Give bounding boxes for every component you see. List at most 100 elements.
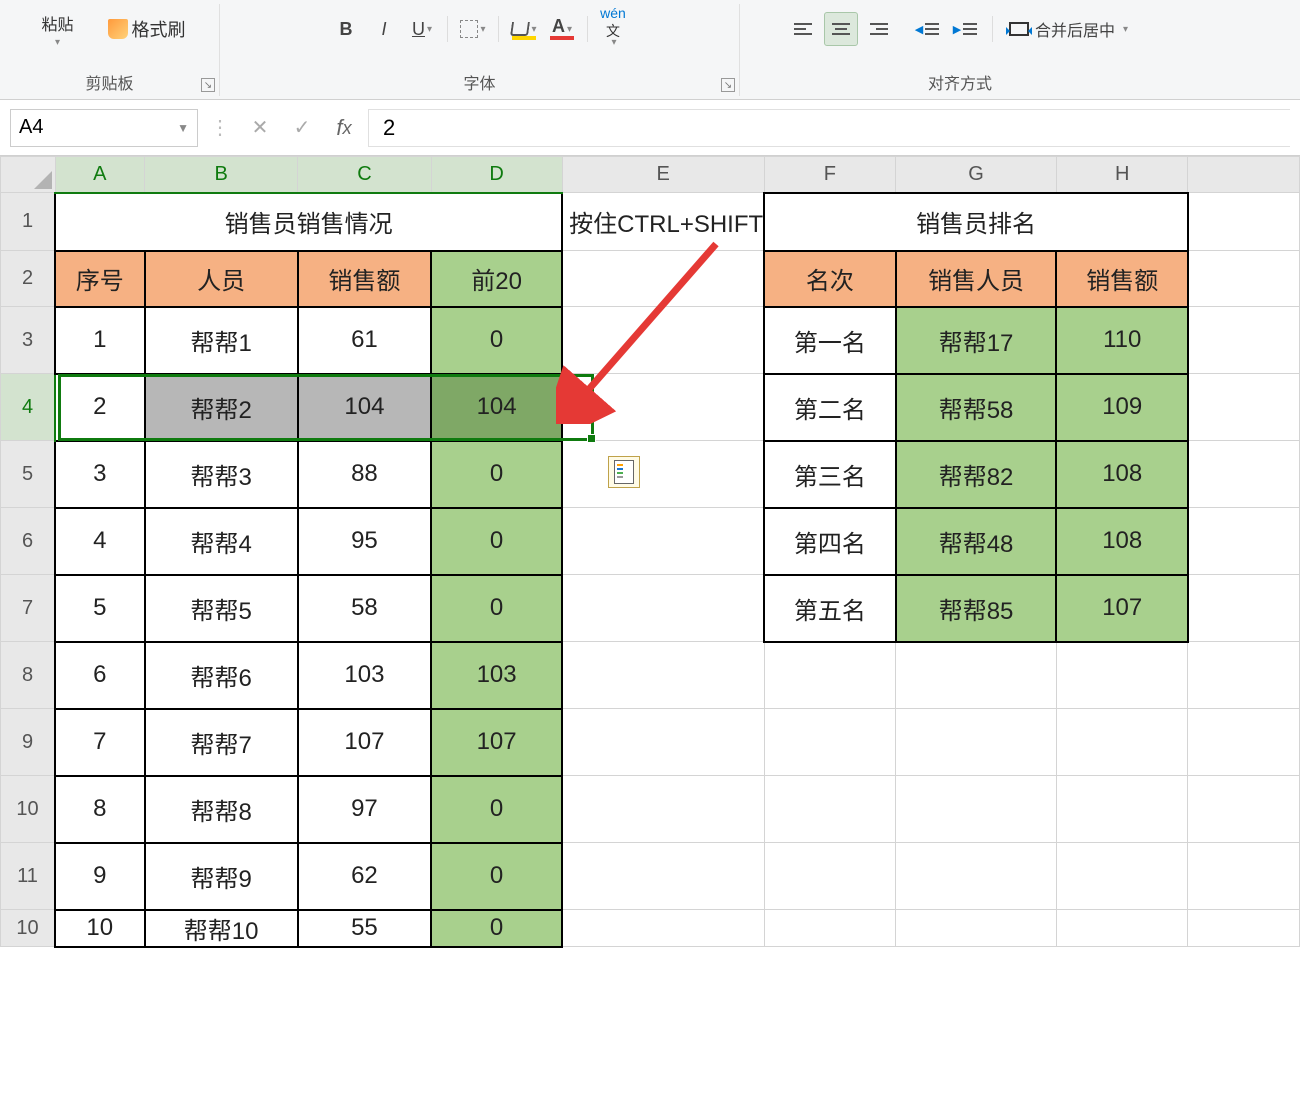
- cancel-formula-button[interactable]: ✕: [242, 110, 278, 146]
- cell-blank[interactable]: [1188, 910, 1300, 947]
- cell-D11[interactable]: 0: [431, 843, 562, 910]
- cell-D10[interactable]: 0: [431, 776, 562, 843]
- cell-A10[interactable]: 8: [55, 776, 145, 843]
- cell-C8[interactable]: 103: [298, 642, 431, 709]
- col-header-D[interactable]: D: [431, 157, 562, 193]
- cell-A8[interactable]: 6: [55, 642, 145, 709]
- row-header-2[interactable]: 2: [1, 251, 56, 307]
- cell-F8[interactable]: [764, 642, 895, 709]
- cell-H3[interactable]: 110: [1056, 307, 1187, 374]
- cell-B9[interactable]: 帮帮7: [145, 709, 298, 776]
- cell-E7[interactable]: [562, 575, 764, 642]
- cell-blank[interactable]: [1188, 193, 1300, 251]
- paste-button[interactable]: 粘贴 ▾: [28, 11, 88, 48]
- paste-options-tag[interactable]: [608, 456, 640, 488]
- cell-A9[interactable]: 7: [55, 709, 145, 776]
- font-dialog-launcher[interactable]: ↘: [721, 78, 735, 92]
- cell-blank[interactable]: [1188, 508, 1300, 575]
- cell-H10[interactable]: [1056, 776, 1187, 843]
- cell-F4[interactable]: 第二名: [764, 374, 895, 441]
- cell-F5[interactable]: 第三名: [764, 441, 895, 508]
- left-hdr-top20[interactable]: 前20: [431, 251, 562, 307]
- cell-E4[interactable]: [562, 374, 764, 441]
- cell-blank[interactable]: [1188, 374, 1300, 441]
- cell-F12[interactable]: [764, 910, 895, 947]
- cell-G10[interactable]: [896, 776, 1057, 843]
- cell-B8[interactable]: 帮帮6: [145, 642, 298, 709]
- cell-G9[interactable]: [896, 709, 1057, 776]
- cell-E10[interactable]: [562, 776, 764, 843]
- merge-center-button[interactable]: 合并后居中: [1003, 12, 1134, 46]
- cell-C6[interactable]: 95: [298, 508, 431, 575]
- cell-C9[interactable]: 107: [298, 709, 431, 776]
- row-header-9[interactable]: 9: [1, 709, 56, 776]
- right-hdr-rank[interactable]: 名次: [764, 251, 895, 307]
- align-left-button[interactable]: [786, 12, 820, 46]
- left-title[interactable]: 销售员销售情况: [55, 193, 562, 251]
- cell-C7[interactable]: 58: [298, 575, 431, 642]
- cell-A11[interactable]: 9: [55, 843, 145, 910]
- left-hdr-person[interactable]: 人员: [145, 251, 298, 307]
- cell-F9[interactable]: [764, 709, 895, 776]
- insert-function-button[interactable]: fx: [326, 110, 362, 146]
- align-right-button[interactable]: [862, 12, 896, 46]
- font-color-button[interactable]: A: [545, 12, 579, 46]
- underline-button[interactable]: U: [405, 12, 439, 46]
- annotation-cell[interactable]: 按住CTRL+SHIFT: [562, 193, 764, 251]
- col-header-G[interactable]: G: [896, 157, 1057, 193]
- cell-H8[interactable]: [1056, 642, 1187, 709]
- cell-G4[interactable]: 帮帮58: [896, 374, 1057, 441]
- cell-C3[interactable]: 61: [298, 307, 431, 374]
- cell-D9[interactable]: 107: [431, 709, 562, 776]
- cell-G6[interactable]: 帮帮48: [896, 508, 1057, 575]
- cell-H7[interactable]: 107: [1056, 575, 1187, 642]
- cell-A6[interactable]: 4: [55, 508, 145, 575]
- cell-blank[interactable]: [1188, 307, 1300, 374]
- cell-C5[interactable]: 88: [298, 441, 431, 508]
- row-header-10[interactable]: 10: [1, 776, 56, 843]
- right-hdr-person[interactable]: 销售人员: [896, 251, 1057, 307]
- cell-G7[interactable]: 帮帮85: [896, 575, 1057, 642]
- bold-button[interactable]: B: [329, 12, 363, 46]
- select-all-corner[interactable]: [1, 157, 56, 193]
- cell-B11[interactable]: 帮帮9: [145, 843, 298, 910]
- row-header-5[interactable]: 5: [1, 441, 56, 508]
- row-header-12[interactable]: 10: [1, 910, 56, 947]
- cell-H11[interactable]: [1056, 843, 1187, 910]
- increase-indent-button[interactable]: ▶: [948, 12, 982, 46]
- phonetic-guide-button[interactable]: wén 文: [596, 12, 630, 46]
- cell-E12[interactable]: [562, 910, 764, 947]
- row-header-4[interactable]: 4: [1, 374, 56, 441]
- cell-D5[interactable]: 0: [431, 441, 562, 508]
- cell-E3[interactable]: [562, 307, 764, 374]
- cell-D8[interactable]: 103: [431, 642, 562, 709]
- cell-B3[interactable]: 帮帮1: [145, 307, 298, 374]
- cell-A4[interactable]: 2: [55, 374, 145, 441]
- cell-blank[interactable]: [1188, 843, 1300, 910]
- cell-blank[interactable]: [1188, 441, 1300, 508]
- border-button[interactable]: [456, 12, 490, 46]
- cell-D12[interactable]: 0: [431, 910, 562, 947]
- cell-H12[interactable]: [1056, 910, 1187, 947]
- col-header-F[interactable]: F: [764, 157, 895, 193]
- cell-E5[interactable]: [562, 441, 764, 508]
- name-box[interactable]: A4 ▼: [10, 109, 198, 147]
- italic-button[interactable]: I: [367, 12, 401, 46]
- cell-G11[interactable]: [896, 843, 1057, 910]
- fill-color-button[interactable]: [507, 12, 541, 46]
- cell-A7[interactable]: 5: [55, 575, 145, 642]
- format-painter-button[interactable]: 格式刷: [102, 14, 192, 44]
- cell-C4[interactable]: 104: [298, 374, 431, 441]
- cell-E11[interactable]: [562, 843, 764, 910]
- accept-formula-button[interactable]: ✓: [284, 110, 320, 146]
- cell-A12[interactable]: 10: [55, 910, 145, 947]
- cell-D3[interactable]: 0: [431, 307, 562, 374]
- right-title[interactable]: 销售员排名: [764, 193, 1188, 251]
- cell-E8[interactable]: [562, 642, 764, 709]
- cell-C10[interactable]: 97: [298, 776, 431, 843]
- cell-B5[interactable]: 帮帮3: [145, 441, 298, 508]
- cell-F7[interactable]: 第五名: [764, 575, 895, 642]
- cell-G12[interactable]: [896, 910, 1057, 947]
- cell-D7[interactable]: 0: [431, 575, 562, 642]
- cell-F10[interactable]: [764, 776, 895, 843]
